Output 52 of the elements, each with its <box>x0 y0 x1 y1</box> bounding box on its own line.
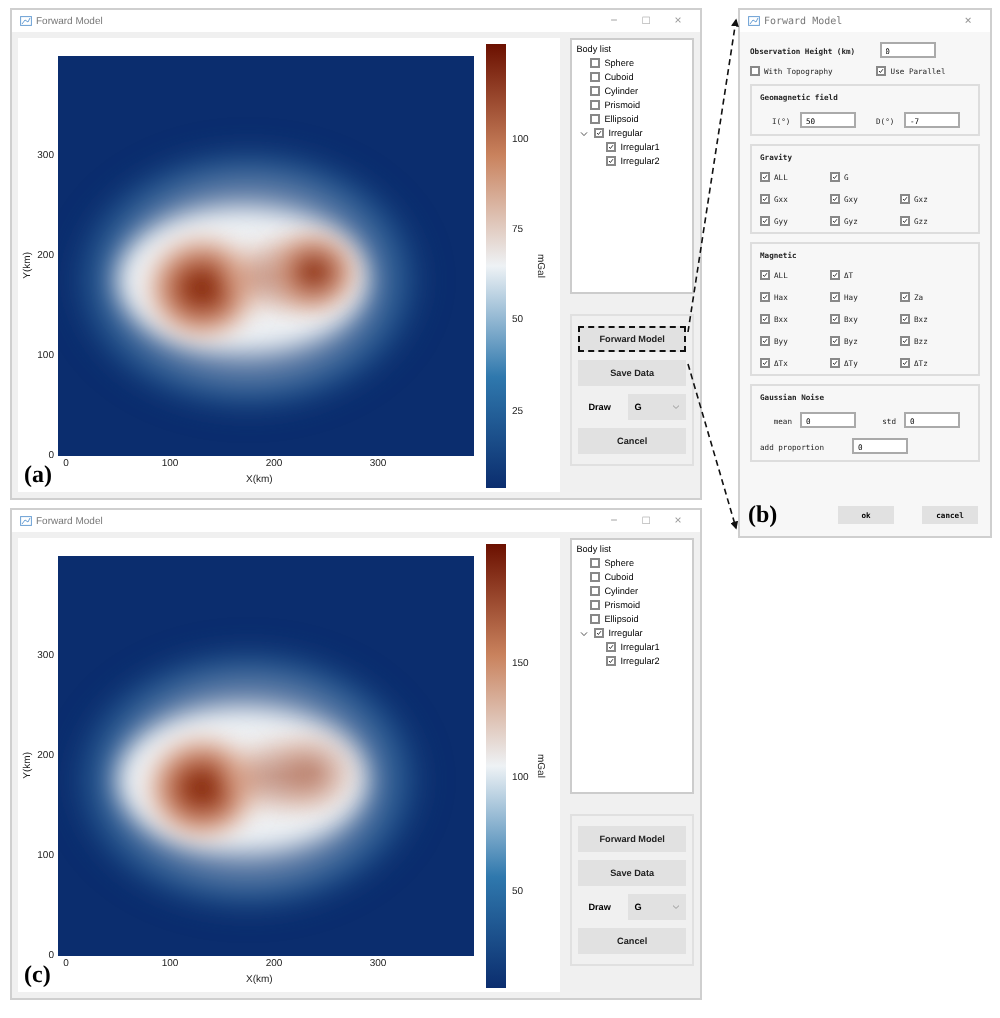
checkbox[interactable] <box>760 270 770 280</box>
checkbox[interactable] <box>760 172 770 182</box>
panel-label: (c) <box>24 960 51 990</box>
checkbox[interactable] <box>606 642 617 652</box>
app-icon <box>20 16 32 26</box>
checkbox[interactable] <box>900 216 910 226</box>
app-icon <box>20 516 32 526</box>
checkbox[interactable] <box>594 628 605 638</box>
app-icon <box>748 16 760 26</box>
chevron-icon[interactable] <box>580 629 589 637</box>
checkbox[interactable] <box>590 572 601 582</box>
heat-blob <box>270 732 358 812</box>
checkbox[interactable] <box>830 336 840 346</box>
checkbox[interactable] <box>594 128 605 138</box>
checkbox[interactable] <box>590 114 601 124</box>
chevron-icon[interactable] <box>580 129 589 137</box>
checkbox[interactable] <box>900 314 910 324</box>
checkbox[interactable] <box>900 358 910 368</box>
checkbox[interactable] <box>830 172 840 182</box>
checkbox[interactable] <box>590 614 601 624</box>
checkbox[interactable] <box>590 72 601 82</box>
checkbox[interactable] <box>830 194 840 204</box>
checkbox[interactable] <box>876 66 887 76</box>
checkbox[interactable] <box>590 600 601 610</box>
caret-icon <box>672 404 680 410</box>
heat-blob <box>270 232 358 312</box>
checkbox[interactable] <box>760 358 770 368</box>
panel-label: (a) <box>24 460 52 490</box>
checkbox[interactable] <box>606 156 617 166</box>
checkbox[interactable] <box>590 100 601 110</box>
checkbox[interactable] <box>606 142 617 152</box>
checkbox[interactable] <box>830 314 840 324</box>
checkbox[interactable] <box>590 58 601 68</box>
checkbox[interactable] <box>830 358 840 368</box>
checkbox[interactable] <box>590 86 601 96</box>
checkbox[interactable] <box>590 586 601 596</box>
checkbox[interactable] <box>760 194 770 204</box>
checkbox[interactable] <box>760 336 770 346</box>
checkbox[interactable] <box>760 292 770 302</box>
checkbox[interactable] <box>900 336 910 346</box>
checkbox[interactable] <box>760 216 770 226</box>
checkbox[interactable] <box>606 656 617 666</box>
checkbox[interactable] <box>830 216 840 226</box>
checkbox[interactable] <box>760 314 770 324</box>
checkbox[interactable] <box>900 292 910 302</box>
checkbox[interactable] <box>830 292 840 302</box>
checkbox[interactable] <box>830 270 840 280</box>
caret-icon <box>672 904 680 910</box>
checkbox[interactable] <box>750 66 760 76</box>
checkbox[interactable] <box>590 558 601 568</box>
panel-label: (b) <box>748 500 778 530</box>
checkbox[interactable] <box>900 194 910 204</box>
